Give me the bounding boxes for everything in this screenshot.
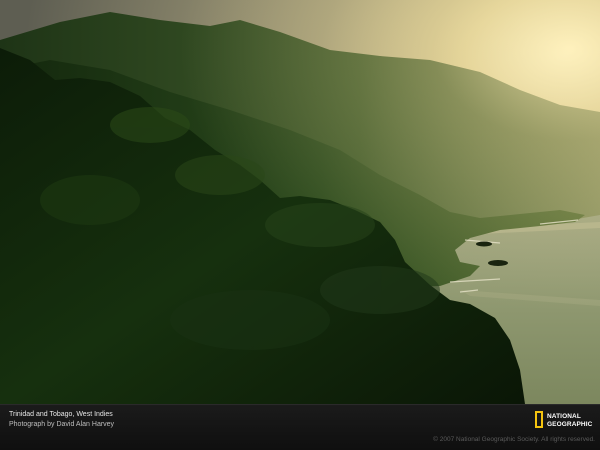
yellow-frame-icon — [535, 411, 543, 428]
wallpaper: Trinidad and Tobago, West Indies Photogr… — [0, 0, 600, 450]
photo-coastline — [0, 0, 600, 404]
photo-location-caption: Trinidad and Tobago, West Indies — [9, 411, 113, 418]
logo-word-geographic: GEOGRAPHIC — [547, 421, 593, 428]
landscape-illustration — [0, 0, 600, 404]
photo-credit: Photograph by David Alan Harvey — [9, 421, 115, 428]
logo-word-national: NATIONAL — [547, 413, 581, 420]
caption-bar: Trinidad and Tobago, West Indies Photogr… — [0, 404, 600, 450]
national-geographic-logo: NATIONAL GEOGRAPHIC — [535, 410, 597, 432]
copyright-notice: © 2007 National Geographic Society. All … — [433, 436, 595, 443]
